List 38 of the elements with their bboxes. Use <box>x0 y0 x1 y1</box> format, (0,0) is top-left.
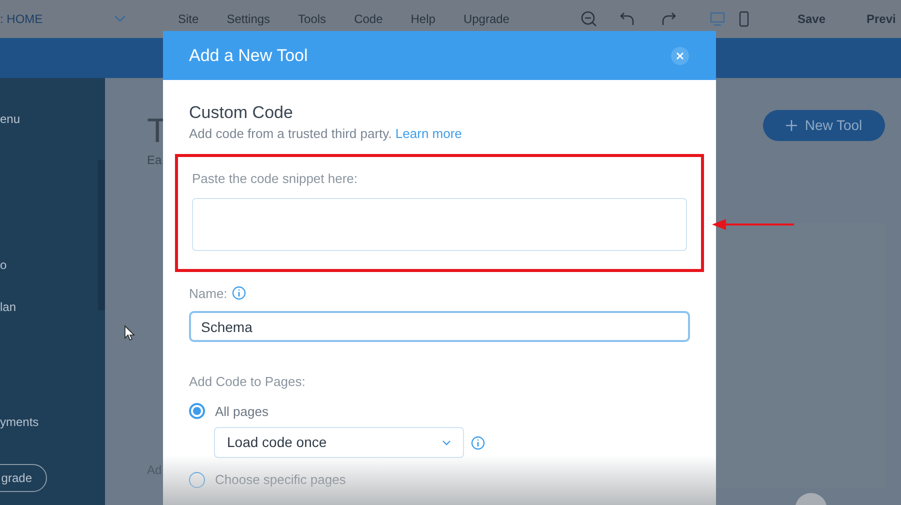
chevron-icon <box>442 440 451 446</box>
info-icon[interactable] <box>471 436 485 450</box>
menu-item[interactable]: Site <box>178 10 199 28</box>
info-icon[interactable] <box>232 286 246 300</box>
menu-item[interactable]: Help <box>410 10 436 28</box>
redo-icon[interactable] <box>662 12 676 26</box>
field-label: Add Code to Pages: <box>189 373 306 391</box>
section-heading: Custom Code <box>189 103 294 123</box>
mobile-icon[interactable] <box>739 11 750 27</box>
field-label: Paste the code snippet here: <box>192 170 359 188</box>
page-label[interactable]: : HOME <box>0 10 100 28</box>
dialog-title: Add a New Tool <box>189 44 309 67</box>
menu-item[interactable]: Code <box>354 10 383 28</box>
save-button[interactable]: Save <box>797 10 826 28</box>
sidebar-item[interactable]: o <box>0 256 7 274</box>
description-text: Add code from a trusted third party. Learn more <box>189 126 463 142</box>
menu-item[interactable]: Upgrade <box>463 10 510 28</box>
menu-item[interactable]: Tools <box>298 10 326 28</box>
sidebar-item[interactable]: yments <box>0 413 39 431</box>
new-tool-button[interactable]: New Tool <box>763 110 885 141</box>
upgrade-button[interactable]: grade <box>0 464 47 492</box>
field-label: Name: <box>189 284 228 302</box>
name-input-field[interactable]: Schema <box>189 311 690 342</box>
close-icon[interactable] <box>670 46 690 66</box>
preview-button[interactable]: Previ <box>866 10 896 28</box>
undo-icon[interactable] <box>620 12 634 26</box>
radio-button[interactable] <box>189 403 205 420</box>
sidebar-item[interactable]: lan <box>0 298 16 316</box>
option-label[interactable]: Choose specific pages <box>215 470 346 490</box>
sidebar-item[interactable]: enu <box>0 110 20 128</box>
cursor-icon <box>124 325 135 341</box>
load-code-select[interactable]: Load code once <box>214 427 464 458</box>
radio-button[interactable] <box>189 472 205 488</box>
zoom-out-icon[interactable] <box>581 11 598 27</box>
learn-more-link[interactable]: Learn more <box>395 126 462 141</box>
option-label[interactable]: All pages <box>215 402 268 421</box>
menu-item[interactable]: Settings <box>226 10 270 28</box>
plus-icon <box>786 120 797 131</box>
